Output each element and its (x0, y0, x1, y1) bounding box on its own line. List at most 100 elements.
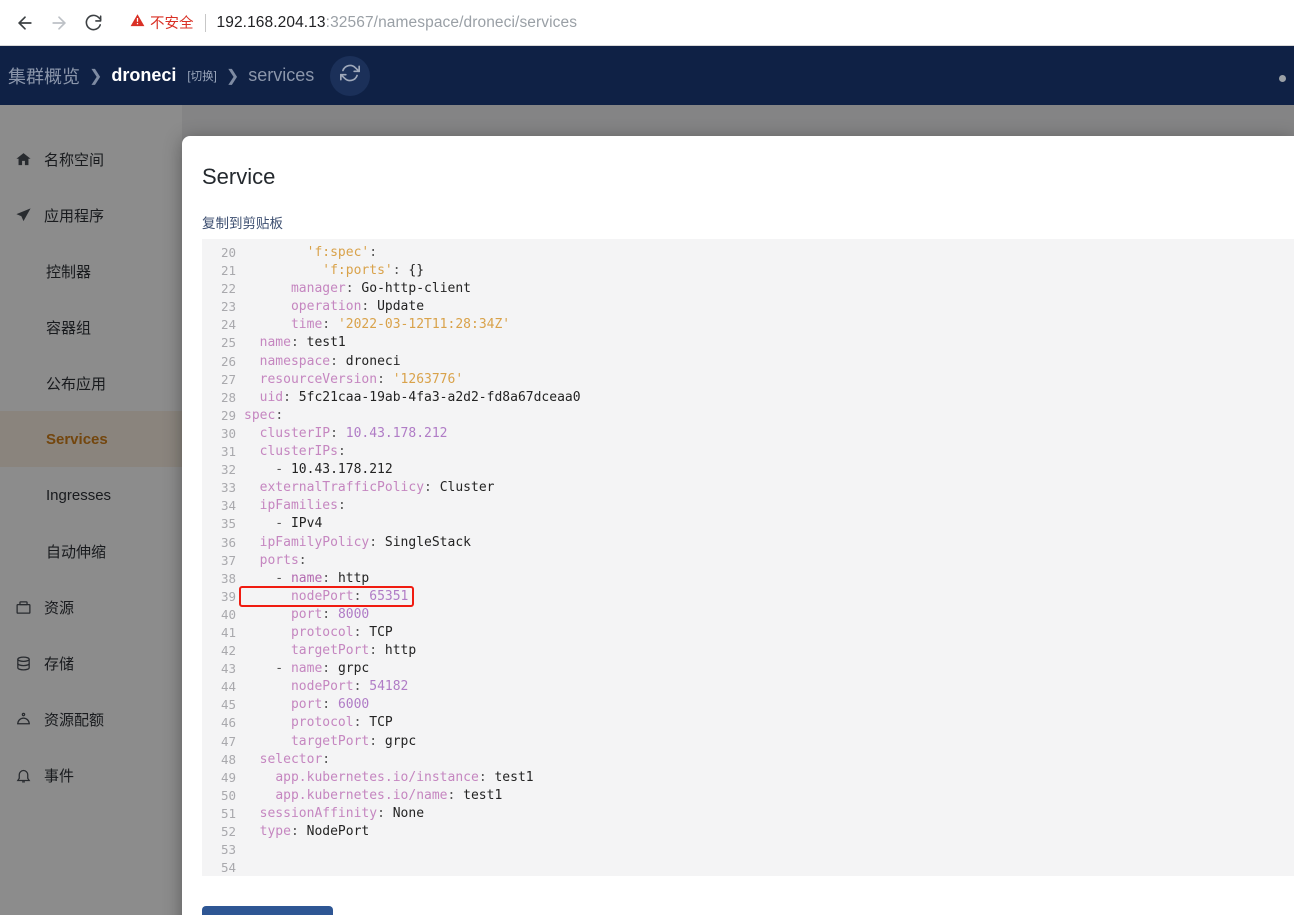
yaml-line-number: 54 (220, 860, 236, 876)
yaml-line-code: clusterIPs: (259, 444, 346, 460)
yaml-line-code: port: 8000 (290, 606, 370, 622)
yaml-line: 47 targetPort: grpc (202, 734, 1294, 752)
yaml-line-code: spec: (244, 407, 284, 423)
yaml-line-code: clusterIP: 10.43.178.212 (259, 425, 448, 441)
service-detail-modal: Service 复制到剪贴板 20 'f:spec': 21 'f:ports':… (182, 136, 1294, 915)
yaml-line-number: 53 (220, 842, 236, 858)
yaml-line: 23 operation: Update (202, 299, 1294, 317)
yaml-line-code: selector: (259, 751, 331, 767)
back-arrow-icon[interactable] (8, 6, 42, 40)
edit-yaml-button[interactable]: 编辑 YAML (202, 906, 334, 915)
yaml-line-number: 50 (220, 787, 236, 803)
yaml-line-code: 'f:spec': (306, 245, 378, 260)
yaml-line: 42 targetPort: http (202, 643, 1294, 661)
yaml-line-number: 28 (220, 389, 236, 405)
yaml-line-code: - 10.43.178.212 (244, 462, 393, 478)
yaml-line-number: 42 (220, 643, 236, 659)
url-host: 192.168.204.13 (216, 13, 326, 31)
yaml-line-code: externalTrafficPolicy: Cluster (259, 480, 495, 496)
yaml-line-code: type: NodePort (259, 824, 370, 839)
yaml-line: 24 time: '2022-03-12T11:28:34Z' (202, 317, 1294, 335)
reload-icon[interactable] (76, 6, 110, 40)
yaml-line: 26 namespace: droneci (202, 354, 1294, 372)
yaml-viewer[interactable]: 20 'f:spec': 21 'f:ports': {} 22 manager: … (202, 239, 1294, 876)
refresh-icon (340, 63, 361, 88)
yaml-line-number: 45 (220, 697, 236, 713)
copy-to-clipboard-button[interactable]: 复制到剪贴板 (202, 212, 283, 232)
yaml-line-code: ipFamilyPolicy: SingleStack (259, 534, 471, 550)
yaml-line: 41 protocol: TCP (202, 625, 1294, 643)
yaml-line-number: 38 (220, 570, 236, 586)
yaml-line-number: 27 (220, 371, 236, 387)
yaml-line: 50 app.kubernetes.io/name: test1 (202, 788, 1294, 806)
yaml-line-number: 40 (220, 606, 236, 622)
yaml-line-number: 37 (220, 552, 236, 568)
yaml-line-code: targetPort: http (290, 643, 417, 659)
app-topbar: 集群概览 ❯ droneci [切换] ❯ services (0, 46, 1294, 105)
yaml-line: 34 ipFamilies: (202, 498, 1294, 516)
yaml-line-code: - IPv4 (244, 516, 323, 532)
yaml-line-highlighted: nodePort: 65351 (239, 585, 415, 607)
yaml-line: 48 selector: (202, 752, 1294, 770)
yaml-line: 38 - name: http (202, 571, 1294, 589)
yaml-line: 39 nodePort: 65351 (202, 585, 1294, 607)
yaml-line-number: 21 (220, 263, 236, 279)
breadcrumb-cluster[interactable]: 集群概览 (8, 63, 80, 89)
yaml-line-code: app.kubernetes.io/instance: test1 (275, 769, 534, 785)
yaml-line-number: 49 (220, 769, 236, 785)
breadcrumb-switch-link[interactable]: [切换] (187, 68, 216, 84)
yaml-line-code: 'f:ports': {} (322, 263, 425, 279)
page-title: Service (202, 164, 276, 189)
security-status[interactable]: 不安全 (130, 12, 194, 33)
yaml-line: 40 port: 8000 (202, 607, 1294, 625)
yaml-line-code: protocol: TCP (290, 624, 393, 640)
screen: 不安全 192.168.204.13:32567/namespace/drone… (0, 0, 1294, 915)
refresh-button[interactable] (330, 55, 371, 96)
yaml-line: 43 - name: grpc (202, 661, 1294, 679)
yaml-line-code: ports: (259, 552, 307, 568)
yaml-line: 37 ports: (202, 553, 1294, 571)
yaml-line: 35 - IPv4 (202, 516, 1294, 534)
yaml-line: 51 sessionAffinity: None (202, 806, 1294, 824)
yaml-line-code: operation: Update (290, 299, 425, 315)
breadcrumb-separator-2: ❯ (225, 67, 240, 85)
yaml-line: 54 (202, 860, 1294, 876)
yaml-line-number: 46 (220, 715, 236, 731)
yaml-line-code: port: 6000 (290, 697, 370, 713)
warning-triangle-icon (130, 13, 145, 32)
yaml-line-code: namespace: droneci (259, 353, 401, 369)
yaml-line-code: app.kubernetes.io/name: test1 (275, 787, 503, 803)
yaml-line: 31 clusterIPs: (202, 444, 1294, 462)
yaml-line-number: 33 (220, 480, 236, 496)
yaml-line-number: 39 (220, 588, 236, 604)
topbar-status-dot (1279, 75, 1286, 82)
breadcrumb-current: services (248, 65, 315, 85)
yaml-line: 22 manager: Go-http-client (202, 281, 1294, 299)
yaml-line-number: 43 (220, 661, 236, 677)
url-text: 192.168.204.13:32567/namespace/droneci/s… (217, 14, 578, 32)
yaml-line: 53 (202, 842, 1294, 860)
yaml-line: 44 nodePort: 54182 (202, 679, 1294, 697)
yaml-line-number: 24 (220, 317, 236, 333)
forward-arrow-icon (42, 6, 76, 40)
address-bar[interactable]: 不安全 192.168.204.13:32567/namespace/drone… (116, 8, 1294, 38)
yaml-line: 36 ipFamilyPolicy: SingleStack (202, 535, 1294, 553)
yaml-line-number: 41 (220, 624, 236, 640)
breadcrumb-separator: ❯ (89, 67, 103, 85)
security-label: 不安全 (150, 16, 194, 32)
yaml-line-number: 51 (220, 805, 236, 821)
yaml-line-code: - name: http (244, 570, 370, 586)
yaml-line-number: 29 (220, 407, 236, 423)
yaml-line: 25 name: test1 (202, 335, 1294, 353)
yaml-line: 33 externalTrafficPolicy: Cluster (202, 480, 1294, 498)
yaml-line-number: 23 (220, 299, 236, 315)
yaml-line: 32 - 10.43.178.212 (202, 462, 1294, 480)
yaml-line: 30 clusterIP: 10.43.178.212 (202, 426, 1294, 444)
yaml-line-code: protocol: TCP (290, 715, 393, 731)
yaml-line: 29 spec: (202, 408, 1294, 426)
yaml-line-code: uid: 5fc21caa-19ab-4fa3-a2d2-fd8a67dceaa… (259, 389, 581, 405)
yaml-line-code: targetPort: grpc (290, 733, 417, 749)
yaml-line-number: 52 (220, 824, 236, 839)
breadcrumb-namespace[interactable]: droneci (111, 65, 176, 86)
yaml-line: 52 type: NodePort (202, 824, 1294, 842)
